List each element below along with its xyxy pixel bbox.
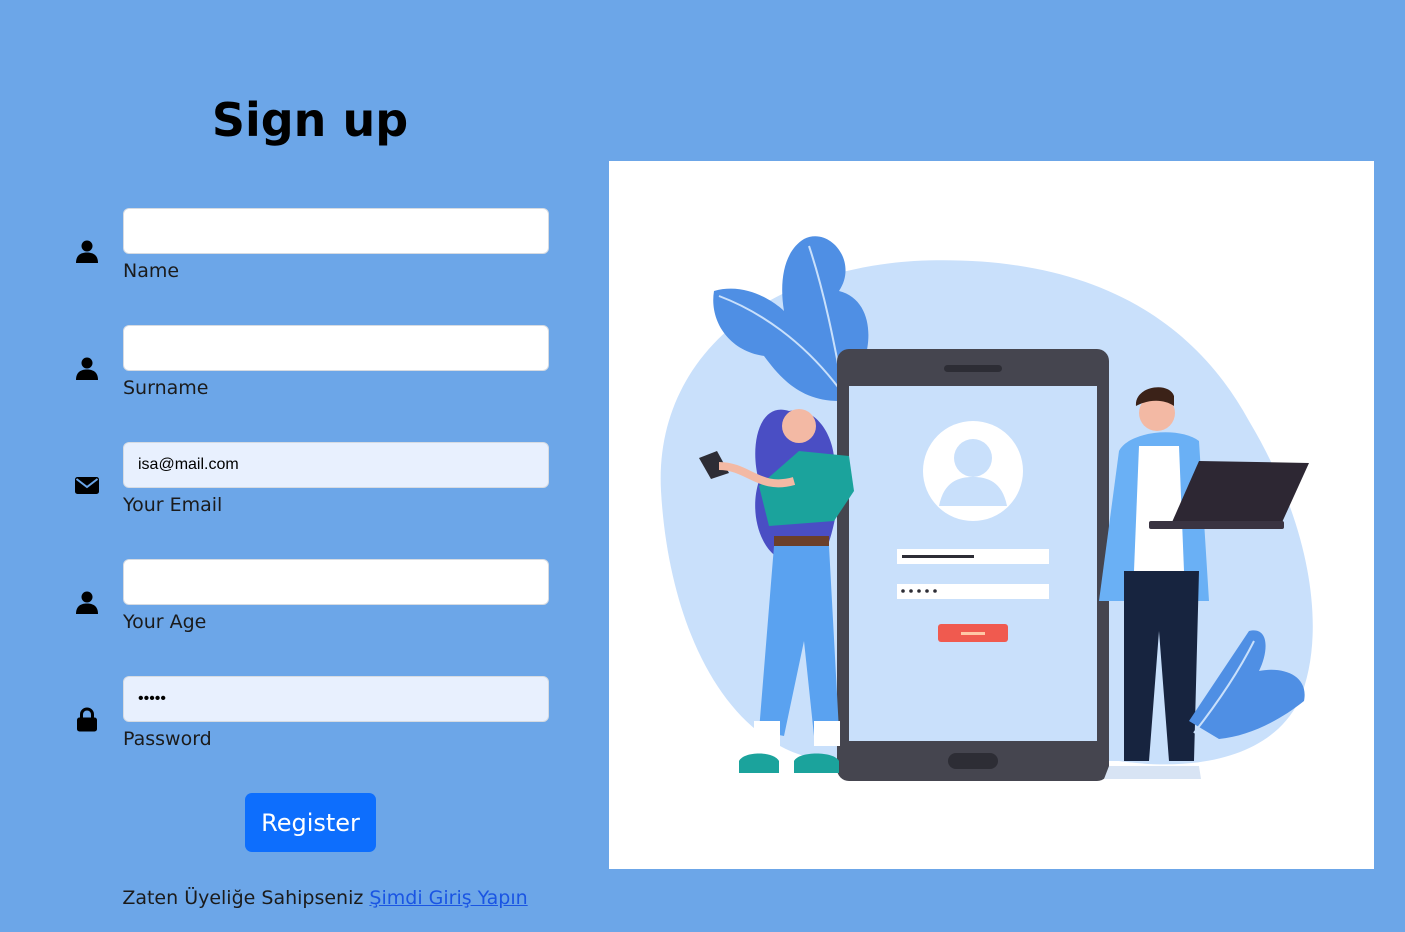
page-title: Sign up: [211, 93, 409, 147]
envelope-icon: [74, 472, 100, 498]
user-icon: [74, 589, 100, 615]
name-field-row: Name: [70, 208, 550, 298]
age-input[interactable]: [123, 559, 549, 605]
user-icon: [74, 355, 100, 381]
surname-label: Surname: [123, 377, 209, 399]
surname-input[interactable]: [123, 325, 549, 371]
login-prompt-text: Zaten Üyeliğe Sahipseniz: [122, 887, 364, 909]
password-input[interactable]: [123, 676, 549, 722]
signup-illustration: [609, 161, 1374, 869]
age-label: Your Age: [123, 611, 207, 633]
password-field-row: Password: [70, 676, 550, 766]
name-label: Name: [123, 260, 180, 282]
email-input[interactable]: [123, 442, 549, 488]
login-prompt: Zaten Üyeliğe Sahipseniz Şimdi Giriş Yap…: [0, 884, 650, 912]
surname-field-row: Surname: [70, 325, 550, 415]
user-icon: [74, 238, 100, 264]
register-button[interactable]: Register: [245, 793, 376, 852]
age-field-row: Your Age: [70, 559, 550, 649]
email-field-row: Your Email: [70, 442, 550, 532]
login-link[interactable]: Şimdi Giriş Yapın: [369, 887, 527, 909]
illustration-graphic: [660, 236, 1313, 781]
email-label: Your Email: [123, 494, 223, 516]
lock-icon: [74, 706, 100, 732]
password-label: Password: [123, 728, 212, 750]
name-input[interactable]: [123, 208, 549, 254]
